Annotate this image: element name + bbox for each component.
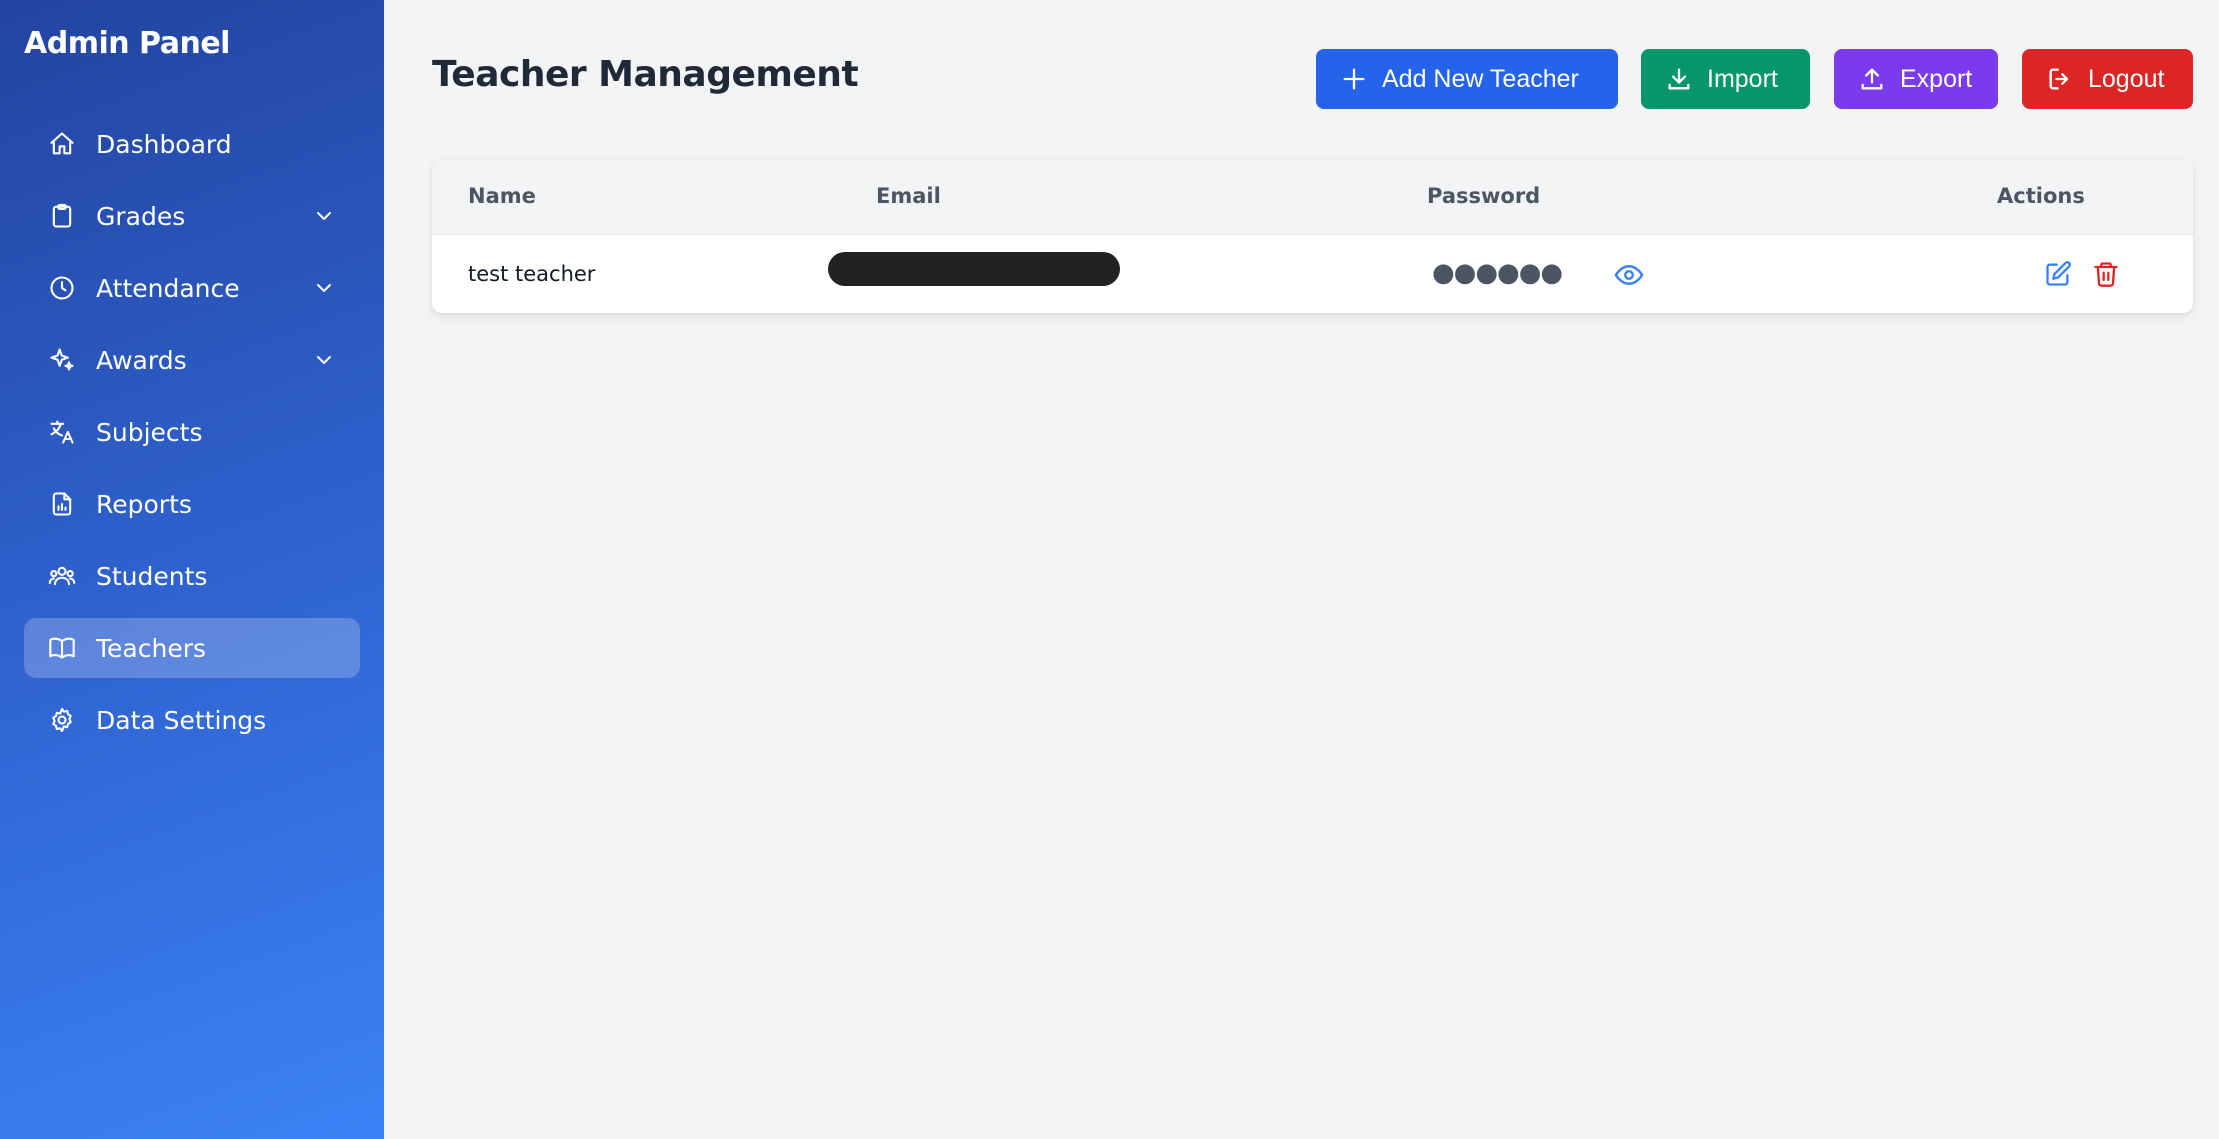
page-title: Teacher Management <box>432 54 859 95</box>
sidebar-item-label: Grades <box>96 201 186 231</box>
teachers-table: Name Email Password Actions test teacher… <box>432 160 2193 313</box>
export-label: Export <box>1900 64 1973 93</box>
sparkles-icon <box>48 346 76 374</box>
column-header-name: Name <box>468 184 536 208</box>
import-label: Import <box>1707 64 1778 93</box>
edit-icon[interactable] <box>2044 260 2072 288</box>
chevron-down-icon[interactable] <box>312 276 336 300</box>
sidebar: Admin Panel Dashboard Grades Attendance … <box>0 0 384 1139</box>
sidebar-item-label: Awards <box>96 345 187 375</box>
gear-icon <box>48 706 76 734</box>
add-teacher-label: Add New Teacher <box>1382 64 1579 93</box>
sidebar-item-label: Data Settings <box>96 705 267 735</box>
column-header-password: Password <box>1427 184 1541 208</box>
column-header-email: Email <box>876 184 941 208</box>
sidebar-item-label: Reports <box>96 489 192 519</box>
home-icon <box>48 130 76 158</box>
sidebar-item-awards[interactable]: Awards <box>24 330 360 390</box>
app-root: Admin Panel Dashboard Grades Attendance … <box>0 0 2219 1139</box>
column-header-actions: Actions <box>1997 184 2085 208</box>
redaction-bar <box>828 252 1120 286</box>
sidebar-item-dashboard[interactable]: Dashboard <box>24 114 360 174</box>
translate-icon <box>48 418 76 446</box>
brand-title: Admin Panel <box>24 26 230 61</box>
trash-icon[interactable] <box>2092 260 2120 288</box>
logout-label: Logout <box>2088 64 2165 93</box>
sidebar-item-students[interactable]: Students <box>24 546 360 606</box>
table-header: Name Email Password Actions <box>432 160 2193 235</box>
sidebar-item-label: Teachers <box>96 633 206 663</box>
sidebar-item-teachers[interactable]: Teachers <box>24 618 360 678</box>
sidebar-nav: Dashboard Grades Attendance Awards Subje… <box>24 114 360 762</box>
book-icon <box>48 634 76 662</box>
sidebar-item-grades[interactable]: Grades <box>24 186 360 246</box>
add-teacher-button[interactable]: Add New Teacher <box>1316 49 1618 109</box>
download-icon <box>1668 68 1690 90</box>
chevron-down-icon[interactable] <box>312 204 336 228</box>
sidebar-item-label: Students <box>96 561 208 591</box>
teacher-name: test teacher <box>468 262 596 286</box>
main-content: Teacher Management Add New Teacher Impor… <box>384 0 2219 1139</box>
plus-icon <box>1343 68 1365 90</box>
clipboard-icon <box>48 202 76 230</box>
clock-icon <box>48 274 76 302</box>
eye-icon[interactable] <box>1614 260 1644 290</box>
password-mask: ●●●●●● <box>1432 258 1563 288</box>
sidebar-item-data-settings[interactable]: Data Settings <box>24 690 360 750</box>
export-button[interactable]: Export <box>1834 49 1998 109</box>
users-icon <box>48 562 76 590</box>
sidebar-item-label: Subjects <box>96 417 203 447</box>
sidebar-item-attendance[interactable]: Attendance <box>24 258 360 318</box>
sidebar-item-subjects[interactable]: Subjects <box>24 402 360 462</box>
import-button[interactable]: Import <box>1641 49 1810 109</box>
document-chart-icon <box>48 490 76 518</box>
logout-icon <box>2049 68 2069 90</box>
table-row: test teacher ●●●●●● <box>432 236 2193 313</box>
sidebar-item-label: Dashboard <box>96 129 232 159</box>
sidebar-item-label: Attendance <box>96 273 240 303</box>
upload-icon <box>1861 68 1883 90</box>
chevron-down-icon[interactable] <box>312 348 336 372</box>
logout-button[interactable]: Logout <box>2022 49 2193 109</box>
sidebar-item-reports[interactable]: Reports <box>24 474 360 534</box>
